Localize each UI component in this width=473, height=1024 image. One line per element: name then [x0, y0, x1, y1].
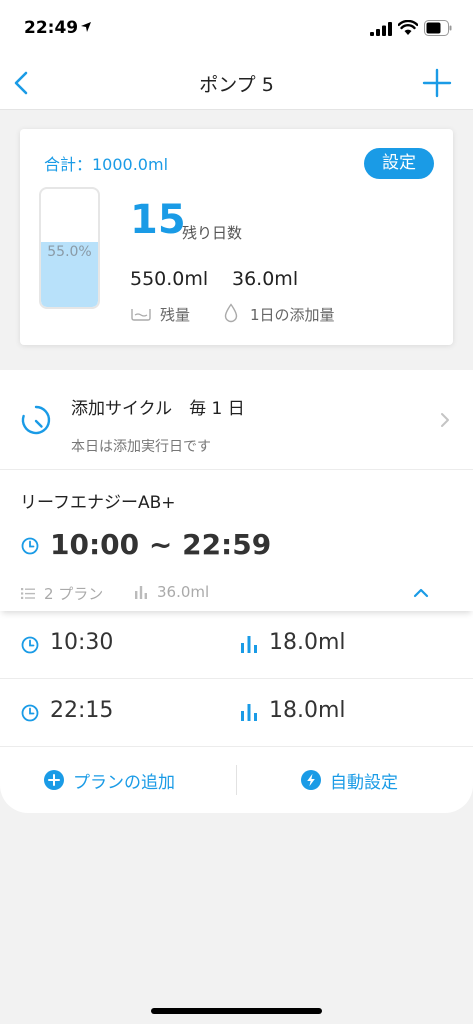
- auto-setting-label: 自動設定: [330, 773, 398, 793]
- group-total-volume: 36.0ml: [157, 583, 210, 601]
- tank-percent-label: 55.0%: [47, 244, 92, 260]
- clock-icon: [21, 704, 39, 722]
- action-divider: [236, 765, 237, 795]
- plan-time: 22:15: [50, 698, 114, 723]
- group-name: リーフエナジーAB+: [20, 493, 176, 513]
- tank-gauge: 55.0%: [39, 187, 100, 309]
- battery-icon: [424, 20, 452, 36]
- plan-row[interactable]: 22:15 18.0ml: [0, 679, 473, 747]
- status-bar: 22:49: [0, 0, 473, 56]
- add-plan-label: プランの追加: [73, 773, 175, 793]
- cycle-gauge-icon: [21, 405, 51, 435]
- lightning-circle-icon: [301, 770, 321, 790]
- location-arrow-icon: [81, 22, 91, 32]
- wifi-icon: [398, 20, 418, 35]
- days-left-value: 15: [130, 197, 186, 243]
- chevron-up-icon[interactable]: [413, 587, 429, 598]
- bar-chart-icon: [241, 704, 257, 721]
- tank-icon: [131, 309, 151, 321]
- dosing-group[interactable]: リーフエナジーAB+ 10:00 ~ 22:59 2 プラン 36.0ml: [0, 471, 473, 611]
- clock-icon: [21, 537, 39, 555]
- home-indicator: [151, 1008, 322, 1014]
- remaining-label: 残量: [160, 306, 191, 324]
- chevron-right-icon: [441, 413, 449, 427]
- plan-amount: 18.0ml: [269, 630, 346, 655]
- bar-chart-icon: [135, 586, 147, 599]
- daily-dose-volume: 36.0ml: [232, 268, 299, 290]
- pump-summary-card: 合計：1000.0ml 設定 55.0% 15 残り日数 550.0ml 36.…: [20, 129, 453, 345]
- bar-chart-icon: [241, 636, 257, 653]
- action-bar: プランの追加 自動設定: [0, 746, 473, 813]
- group-time-range: 10:00 ~ 22:59: [50, 528, 272, 561]
- water-drop-icon: [224, 303, 238, 323]
- list-icon: [21, 588, 35, 599]
- status-time: 22:49: [24, 18, 79, 38]
- plan-amount: 18.0ml: [269, 698, 346, 723]
- plan-row[interactable]: 10:30 18.0ml: [0, 611, 473, 679]
- add-circle-icon: [44, 770, 64, 790]
- plan-time: 10:30: [50, 630, 114, 655]
- days-left-label: 残り日数: [182, 224, 243, 242]
- remaining-volume: 550.0ml: [130, 268, 209, 290]
- clock-icon: [21, 636, 39, 654]
- total-capacity: 合計：1000.0ml: [44, 155, 169, 174]
- daily-dose-label: 1日の添加量: [250, 306, 335, 324]
- dosing-cycle-title: 添加サイクル 毎 1 日: [71, 399, 245, 419]
- schedule-sheet: 添加サイクル 毎 1 日 本日は添加実行日です リーフエナジーAB+ 10:00…: [0, 370, 473, 813]
- plus-icon[interactable]: [420, 66, 454, 100]
- dosing-cycle-row[interactable]: 添加サイクル 毎 1 日 本日は添加実行日です: [0, 370, 473, 470]
- plan-count: 2 プラン: [44, 585, 104, 603]
- dosing-cycle-status: 本日は添加実行日です: [71, 439, 211, 455]
- settings-button[interactable]: 設定: [364, 148, 434, 179]
- nav-bar: ポンプ 5: [0, 56, 473, 110]
- page-title: ポンプ 5: [199, 74, 274, 96]
- cellular-signal-icon: [370, 22, 392, 36]
